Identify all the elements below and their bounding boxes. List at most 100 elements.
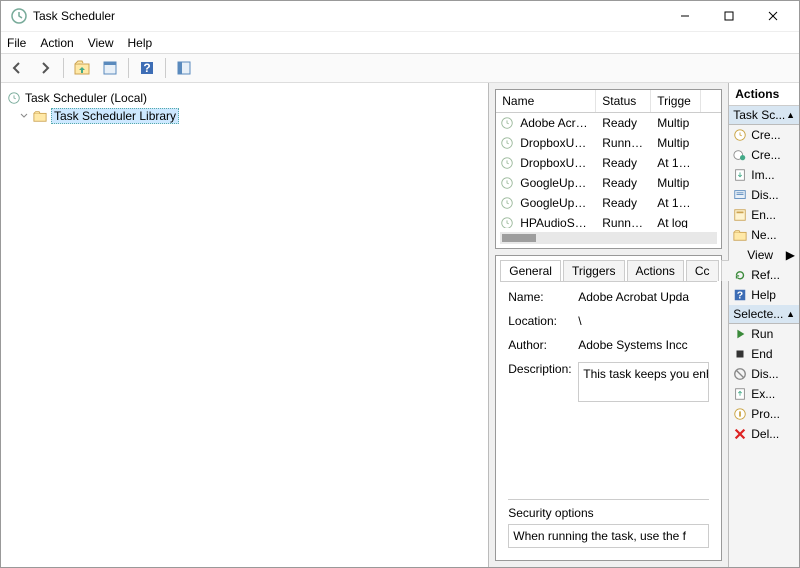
scrollbar-thumb[interactable] (502, 234, 536, 242)
action-label: Cre... (751, 128, 780, 142)
tab-actions[interactable]: Actions (627, 260, 684, 281)
action-cre[interactable]: Cre... (729, 125, 799, 145)
tree-pane: Task Scheduler (Local) Task Scheduler Li… (1, 83, 489, 567)
close-button[interactable] (751, 2, 795, 30)
props-icon (733, 407, 747, 421)
column-trigger[interactable]: Trigge (651, 90, 701, 112)
enable-icon (733, 208, 747, 222)
up-button[interactable] (70, 56, 94, 80)
actions-group2-items: Run End Dis... Ex... Pro...Del... (729, 324, 799, 444)
author-label: Author: (508, 338, 578, 352)
refresh-icon (733, 268, 747, 282)
action-del[interactable]: Del... (729, 424, 799, 444)
column-name[interactable]: Name (496, 90, 596, 112)
menu-action[interactable]: Action (40, 36, 73, 50)
collapse-icon: ▲ (786, 110, 795, 120)
pane-toggle-button[interactable] (172, 56, 196, 80)
name-label: Name: (508, 290, 578, 304)
task-status: Ready (596, 156, 651, 170)
tree-root[interactable]: Task Scheduler (Local) (5, 89, 484, 107)
description-value: This task keeps you enhancements and (578, 362, 709, 402)
display-icon (733, 188, 747, 202)
app-icon (11, 8, 27, 24)
action-label: Run (751, 327, 773, 341)
action-help[interactable]: ?Help (729, 285, 799, 305)
export-icon (733, 387, 747, 401)
run-icon (733, 327, 747, 341)
actions-group-selected[interactable]: Selecte... ▲ (729, 305, 799, 324)
action-label: Dis... (751, 188, 778, 202)
task-trigger: Multip (651, 136, 701, 150)
action-pro[interactable]: Pro... (729, 404, 799, 424)
actions-header: Actions (729, 83, 799, 106)
chevron-down-icon (19, 111, 29, 121)
action-en[interactable]: En... (729, 205, 799, 225)
disable-icon (733, 367, 747, 381)
task-row[interactable]: GoogleUpda... Ready At 10:5 (496, 193, 721, 213)
clock-icon (500, 216, 514, 228)
import-icon (733, 168, 747, 182)
task-row[interactable]: HPAudioSwit... Running At log (496, 213, 721, 228)
task-list-body: Adobe Acrob... Ready Multip DropboxUpd..… (496, 113, 721, 228)
task-name: DropboxUpd... (514, 136, 596, 150)
action-ne[interactable]: Ne... (729, 225, 799, 245)
actions-group1-items: Cre... Cre... Im... Dis... En... Ne...View▶ Re… (729, 125, 799, 305)
forward-button[interactable] (33, 56, 57, 80)
security-options-label: Security options (508, 506, 709, 520)
toolbar-separator (63, 58, 64, 78)
tree-library[interactable]: Task Scheduler Library (5, 107, 484, 125)
task-trigger: At 10:5 (651, 196, 701, 210)
action-view[interactable]: View▶ (729, 245, 799, 265)
action-ex[interactable]: Ex... (729, 384, 799, 404)
column-status[interactable]: Status (596, 90, 651, 112)
task-row[interactable]: DropboxUpd... Ready At 10:0 (496, 153, 721, 173)
task-row[interactable]: DropboxUpd... Running Multip (496, 133, 721, 153)
create-basic-icon (733, 128, 747, 142)
chevron-right-icon: ▶ (786, 248, 795, 262)
menu-file[interactable]: File (7, 36, 26, 50)
action-end[interactable]: End (729, 344, 799, 364)
action-label: End (751, 347, 772, 361)
task-status: Running (596, 136, 651, 150)
task-row[interactable]: GoogleUpda... Ready Multip (496, 173, 721, 193)
security-options-value: When running the task, use the f (508, 524, 709, 548)
task-trigger: Multip (651, 176, 701, 190)
action-label: Dis... (751, 367, 778, 381)
back-button[interactable] (5, 56, 29, 80)
horizontal-scrollbar[interactable] (500, 232, 717, 244)
action-dis[interactable]: Dis... (729, 185, 799, 205)
svg-text:?: ? (143, 61, 150, 75)
action-label: Im... (751, 168, 774, 182)
properties-button[interactable] (98, 56, 122, 80)
menu-view[interactable]: View (88, 36, 114, 50)
actions-group-library[interactable]: Task Sc... ▲ (729, 106, 799, 125)
help-icon: ? (733, 288, 747, 302)
details-body: Name:Adobe Acrobat Upda Location:\ Autho… (500, 282, 717, 556)
task-name: Adobe Acrob... (514, 116, 596, 130)
action-label: Ex... (751, 387, 775, 401)
clock-icon (7, 91, 21, 105)
action-label: Ref... (751, 268, 780, 282)
action-im[interactable]: Im... (729, 165, 799, 185)
action-dis[interactable]: Dis... (729, 364, 799, 384)
tree-root-label: Task Scheduler (Local) (25, 91, 147, 105)
menu-help[interactable]: Help (128, 36, 153, 50)
action-run[interactable]: Run (729, 324, 799, 344)
clock-icon (500, 196, 514, 210)
action-ref[interactable]: Ref... (729, 265, 799, 285)
tab-general[interactable]: General (500, 260, 561, 281)
action-label: En... (751, 208, 776, 222)
maximize-button[interactable] (707, 2, 751, 30)
clock-icon (500, 136, 514, 150)
clock-icon (500, 156, 514, 170)
tab-conditions[interactable]: Cc (686, 260, 719, 281)
app-title: Task Scheduler (33, 9, 663, 23)
action-cre[interactable]: Cre... (729, 145, 799, 165)
actions-pane: Actions Task Sc... ▲ Cre... Cre... Im... Di… (729, 83, 799, 567)
task-row[interactable]: Adobe Acrob... Ready Multip (496, 113, 721, 133)
minimize-button[interactable] (663, 2, 707, 30)
end-icon (733, 347, 747, 361)
help-button[interactable]: ? (135, 56, 159, 80)
tab-triggers[interactable]: Triggers (563, 260, 625, 281)
window-buttons (663, 2, 795, 30)
